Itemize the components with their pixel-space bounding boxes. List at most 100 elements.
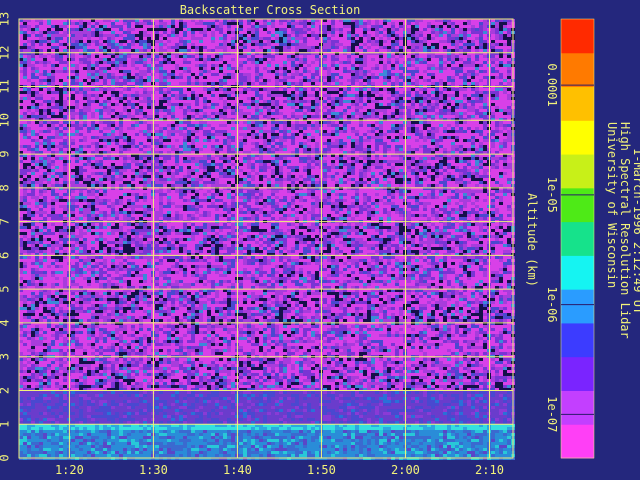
backscatter-cell [87,28,91,31]
backscatter-cell [331,91,335,94]
backscatter-cell [307,97,311,100]
backscatter-cell [503,34,507,37]
backscatter-cell [71,136,75,139]
backscatter-cell [95,22,99,25]
backscatter-cell [139,64,143,67]
backscatter-cell [363,130,367,133]
backscatter-cell [119,67,123,70]
backscatter-cell [215,58,219,61]
backscatter-cell [239,136,243,139]
backscatter-cell [31,88,35,91]
backscatter-cell [159,103,163,106]
backscatter-cell [207,136,211,139]
backscatter-cell [327,100,331,103]
backscatter-cell [391,103,395,106]
backscatter-cell [387,115,391,118]
backscatter-cell [19,130,23,133]
backscatter-cell [455,31,459,34]
backscatter-cell [155,91,159,94]
backscatter-cell [391,76,395,79]
backscatter-cell [91,43,95,46]
backscatter-cell [415,91,419,94]
backscatter-cell [27,67,31,70]
backscatter-cell [23,34,27,37]
backscatter-cell [451,22,455,25]
backscatter-cell [443,40,447,43]
backscatter-cell [291,136,295,139]
backscatter-cell [259,127,263,130]
backscatter-cell [135,67,139,70]
backscatter-cell [195,121,199,124]
backscatter-cell [267,58,271,61]
backscatter-cell [447,61,451,64]
backscatter-cell [39,67,43,70]
backscatter-cell [267,79,271,82]
backscatter-cell [471,67,475,70]
backscatter-cell [295,73,299,76]
backscatter-cell [355,106,359,109]
backscatter-cell [503,109,507,112]
backscatter-cell [127,88,131,91]
backscatter-cell [407,124,411,127]
backscatter-cell [295,49,299,52]
backscatter-cell [387,67,391,70]
backscatter-cell [247,130,251,133]
backscatter-cell [379,133,383,136]
backscatter-cell [171,97,175,100]
backscatter-cell [279,28,283,31]
backscatter-cell [27,103,31,106]
backscatter-cell [331,67,335,70]
backscatter-cell [459,70,463,73]
backscatter-cell [463,49,467,52]
backscatter-cell [283,97,287,100]
backscatter-cell [303,97,307,100]
backscatter-cell [299,46,303,49]
backscatter-cell [275,58,279,61]
backscatter-cell [451,91,455,94]
backscatter-cell [483,49,487,52]
backscatter-cell [311,91,315,94]
backscatter-cell [119,133,123,136]
backscatter-cell [355,88,359,91]
backscatter-cell [83,97,87,100]
backscatter-cell [35,43,39,46]
backscatter-cell [379,70,383,73]
backscatter-cell [191,31,195,34]
backscatter-cell [427,70,431,73]
backscatter-cell [251,115,255,118]
backscatter-cell [379,91,383,94]
backscatter-cell [23,43,27,46]
backscatter-cell [387,136,391,139]
backscatter-cell [39,34,43,37]
backscatter-cell [479,136,483,139]
backscatter-cell [31,37,35,40]
backscatter-cell [255,22,259,25]
backscatter-cell [347,49,351,52]
backscatter-cell [431,109,435,112]
backscatter-cell [499,61,503,64]
backscatter-cell [475,64,479,67]
backscatter-cell [163,55,167,58]
backscatter-cell [203,58,207,61]
backscatter-cell [507,94,511,97]
backscatter-cell [171,37,175,40]
backscatter-cell [471,88,475,91]
backscatter-cell [351,40,355,43]
backscatter-cell [247,124,251,127]
backscatter-cell [303,112,307,115]
backscatter-cell [247,94,251,97]
backscatter-cell [483,100,487,103]
backscatter-cell [355,46,359,49]
backscatter-cell [447,100,451,103]
backscatter-cell [279,79,283,82]
backscatter-cell [395,43,399,46]
backscatter-cell [115,130,119,133]
backscatter-cell [283,61,287,64]
backscatter-cell [187,55,191,58]
backscatter-cell [355,76,359,79]
backscatter-cell [215,121,219,124]
backscatter-cell [351,133,355,136]
backscatter-cell [63,49,67,52]
backscatter-cell [419,94,423,97]
backscatter-cell [75,100,79,103]
